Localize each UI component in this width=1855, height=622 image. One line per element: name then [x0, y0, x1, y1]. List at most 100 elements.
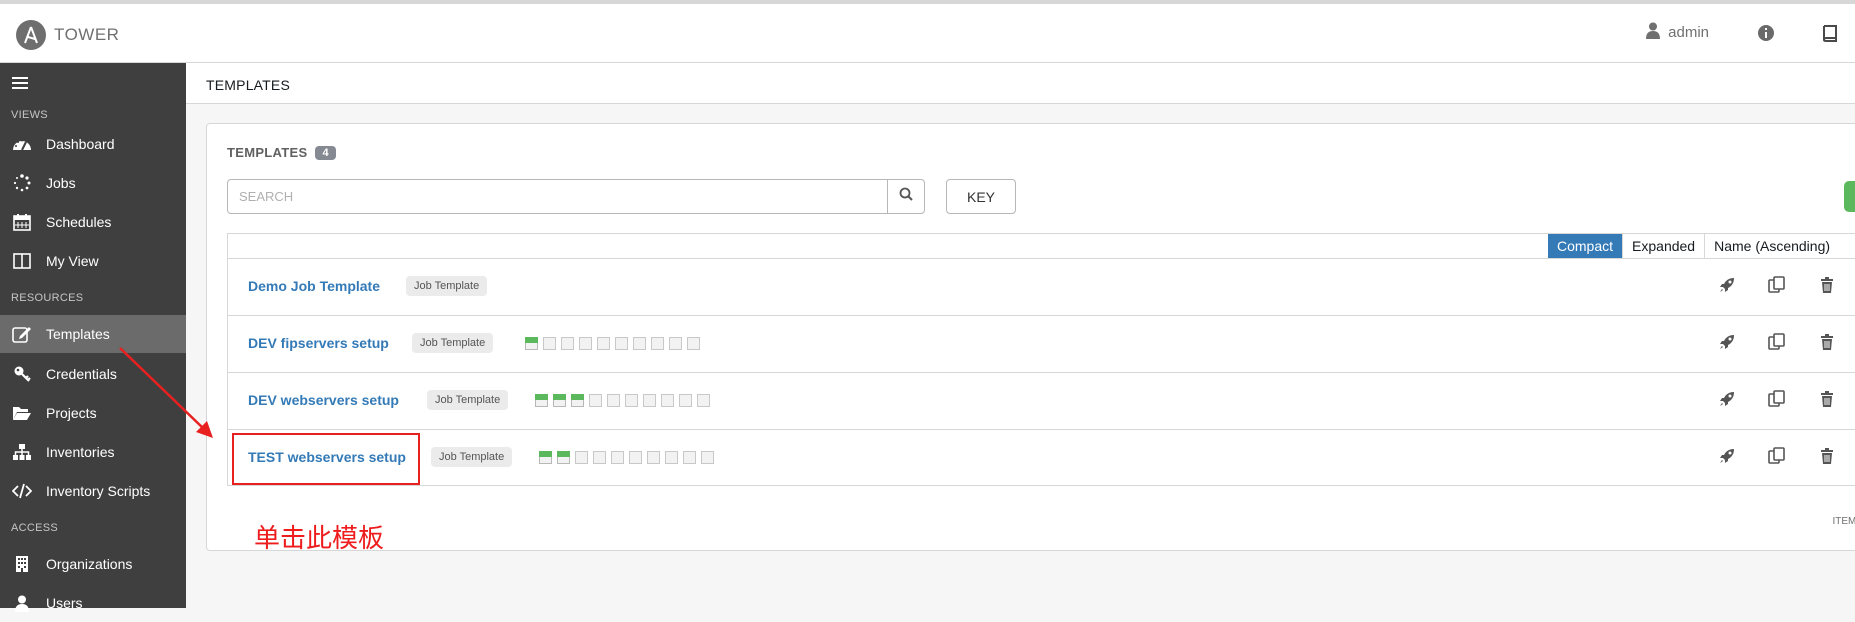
job-status-empty	[665, 451, 678, 464]
view-expanded-button[interactable]: Expanded	[1622, 234, 1705, 258]
launch-button[interactable]	[1717, 448, 1737, 468]
trash-icon	[1820, 390, 1834, 412]
search-icon	[899, 187, 913, 206]
job-status-empty	[629, 451, 642, 464]
launch-button[interactable]	[1717, 277, 1737, 297]
template-name-link[interactable]: Demo Job Template	[248, 278, 380, 294]
template-name-link[interactable]: DEV webservers setup	[248, 392, 399, 408]
annotation-text: 单击此模板	[254, 523, 385, 553]
delete-button[interactable]	[1817, 390, 1837, 412]
recent-jobs-sparkline	[525, 337, 705, 350]
panel-title: TEMPLATES 4	[227, 145, 336, 160]
sidebar-item-users[interactable]: Users	[0, 584, 186, 622]
building-icon	[10, 555, 34, 573]
rocket-icon	[1719, 277, 1735, 298]
copy-button[interactable]	[1767, 389, 1787, 411]
breadcrumb-bar: TEMPLATES	[186, 63, 1855, 104]
delete-button[interactable]	[1817, 276, 1837, 298]
section-label-access: ACCESS	[11, 522, 59, 534]
job-status-empty	[611, 451, 624, 464]
table-row: Demo Job Template Job Template	[228, 259, 1855, 316]
row-actions	[1717, 332, 1837, 356]
template-type-badge: Job Template	[412, 333, 494, 353]
job-status-empty	[561, 337, 574, 350]
launch-button[interactable]	[1717, 334, 1737, 354]
copy-icon	[1768, 275, 1786, 299]
code-icon	[10, 483, 34, 499]
job-status-empty	[615, 337, 628, 350]
user-icon	[1646, 22, 1668, 43]
templates-panel: TEMPLATES 4 KEY Compact Expanded Name (A…	[206, 123, 1855, 551]
job-status-empty	[543, 337, 556, 350]
template-type-badge: Job Template	[406, 276, 488, 296]
user-icon	[10, 595, 34, 612]
template-name-link[interactable]: DEV fipservers setup	[248, 335, 389, 351]
search-box	[227, 179, 925, 214]
username: admin	[1668, 24, 1709, 41]
job-status-empty	[687, 337, 700, 350]
annotation-highlight-box	[232, 433, 420, 485]
job-status-empty	[701, 451, 714, 464]
copy-icon	[1768, 446, 1786, 470]
sidebar-item-label: Organizations	[46, 556, 133, 572]
trash-icon	[1820, 447, 1834, 469]
recent-jobs-sparkline	[535, 394, 715, 407]
job-status-empty	[597, 337, 610, 350]
sort-dropdown[interactable]: Name (Ascending)	[1704, 234, 1840, 258]
info-icon[interactable]	[1757, 24, 1775, 42]
job-status-empty	[593, 451, 606, 464]
table-row: TEST webservers setup Job Template	[228, 430, 1855, 487]
job-status-empty	[643, 394, 656, 407]
row-actions	[1717, 389, 1837, 412]
search-button[interactable]	[887, 180, 924, 213]
copy-button[interactable]	[1767, 332, 1787, 356]
book-icon[interactable]	[1821, 24, 1839, 42]
job-status-success[interactable]	[535, 394, 548, 407]
delete-button[interactable]	[1817, 333, 1837, 355]
search-input[interactable]	[228, 180, 887, 213]
job-status-empty	[683, 451, 696, 464]
rocket-icon	[1719, 334, 1735, 355]
job-status-empty	[647, 451, 660, 464]
job-status-success[interactable]	[539, 451, 552, 464]
add-button[interactable]	[1844, 181, 1855, 212]
list-header: Compact Expanded Name (Ascending)	[228, 234, 1855, 259]
trash-icon	[1820, 276, 1834, 298]
job-status-success[interactable]	[553, 394, 566, 407]
templates-list: Compact Expanded Name (Ascending) Demo J…	[227, 233, 1855, 486]
sidebar-item-inventory-scripts[interactable]: Inventory Scripts	[0, 472, 186, 510]
row-actions	[1717, 446, 1837, 470]
job-status-empty	[625, 394, 638, 407]
job-status-empty	[651, 337, 664, 350]
job-status-success[interactable]	[557, 451, 570, 464]
table-row: DEV fipservers setup Job Template	[228, 316, 1855, 373]
sidebar-item-label: Users	[46, 595, 83, 611]
delete-button[interactable]	[1817, 447, 1837, 469]
user-menu[interactable]: admin	[1646, 22, 1709, 43]
items-label: ITEMS	[1832, 516, 1855, 527]
rocket-icon	[1719, 448, 1735, 469]
job-status-empty	[669, 337, 682, 350]
template-type-badge: Job Template	[431, 447, 513, 467]
annotation-arrow	[119, 347, 213, 438]
copy-icon	[1768, 332, 1786, 356]
job-status-empty	[607, 394, 620, 407]
launch-button[interactable]	[1717, 391, 1737, 411]
copy-button[interactable]	[1767, 275, 1787, 299]
job-status-empty	[579, 337, 592, 350]
recent-jobs-sparkline	[539, 451, 719, 464]
table-row: DEV webservers setup Job Template	[228, 373, 1855, 430]
trash-icon	[1820, 333, 1834, 355]
sidebar-item-organizations[interactable]: Organizations	[0, 545, 186, 583]
top-navbar: TOWER admin	[0, 0, 1855, 63]
sidebar-item-label: Inventory Scripts	[46, 483, 151, 499]
rocket-icon	[1719, 391, 1735, 412]
view-compact-button[interactable]: Compact	[1548, 234, 1623, 258]
copy-button[interactable]	[1767, 446, 1787, 470]
key-button[interactable]: KEY	[946, 179, 1016, 214]
job-status-empty	[633, 337, 646, 350]
job-status-empty	[679, 394, 692, 407]
job-status-success[interactable]	[571, 394, 584, 407]
job-status-success[interactable]	[525, 337, 538, 350]
job-status-empty	[575, 451, 588, 464]
